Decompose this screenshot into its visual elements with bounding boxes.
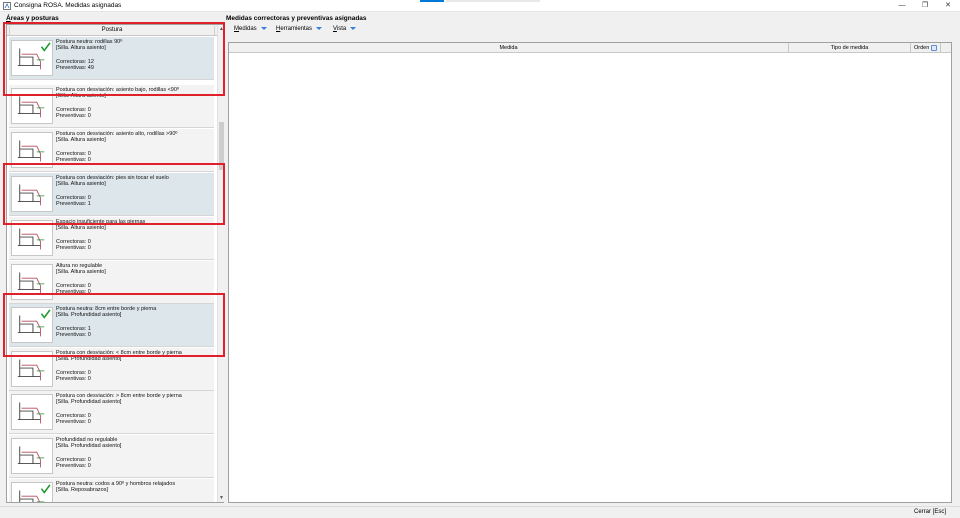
column-header-tipo[interactable]: Tipo de medida — [789, 43, 911, 53]
preventivas-count: Preventivas: 0 — [56, 376, 91, 382]
preventivas-count: Preventivas: 0 — [56, 245, 91, 251]
preventivas-count: Preventivas: 0 — [56, 463, 91, 469]
list-item[interactable]: Profundidad no regulable [Silla. Profundi… — [9, 435, 214, 478]
leg-space-icon — [11, 220, 53, 256]
menu-herramientas[interactable]: Herramientas — [276, 26, 323, 32]
menu-medidas[interactable]: Medidas — [234, 26, 267, 32]
orden-label: Orden — [914, 45, 930, 51]
postures-scrollbar[interactable]: ▲ ▼ — [217, 25, 224, 502]
highlight-box — [3, 163, 225, 225]
window-strip — [446, 0, 540, 2]
column-header-medida[interactable]: Medida — [229, 43, 789, 53]
measures-grid: Medida Tipo de medida Orden — [228, 42, 952, 503]
posture-list: Postura neutra: rodillas 90º [Silla. Altu… — [9, 37, 215, 502]
restore-button[interactable]: ❐ — [919, 1, 931, 11]
armrest-neutral-icon — [11, 482, 53, 502]
menu-herramientas-label: erramientas — [280, 26, 313, 32]
depth-fixed-icon — [11, 438, 53, 474]
posture-category: [Silla. Altura asiento] — [56, 269, 106, 275]
menu-vista-label: ista — [336, 26, 347, 32]
preventivas-count: Preventivas: 0 — [56, 113, 91, 119]
sort-icon[interactable] — [931, 44, 938, 51]
minimize-button[interactable]: — — [896, 1, 908, 11]
dropdown-arrow-icon — [350, 26, 357, 30]
areas-postures-title: Áreas y posturas — [6, 15, 59, 22]
areas-title-text: reas y posturas — [10, 15, 59, 22]
list-item[interactable]: Postura neutra: codos a 90º y hombros re… — [9, 479, 214, 502]
highlight-box — [3, 22, 225, 96]
posture-category: [Silla. Altura asiento] — [56, 225, 106, 231]
seat-depth-long-icon — [11, 394, 53, 430]
posture-category: [Silla. Reposabrazos] — [56, 487, 108, 493]
window-title: Consigna ROSA. Medidas asignadas — [14, 2, 122, 9]
menu-medidas-label: edidas — [239, 26, 257, 32]
posture-category: [Silla. Profundidad asiento] — [56, 443, 122, 449]
menu-vista[interactable]: Vista — [333, 26, 357, 32]
posture-category: [Silla. Profundidad asiento] — [56, 399, 122, 405]
list-item[interactable]: Postura con desviación: > 8cm entre bord… — [9, 391, 214, 434]
close-window-button[interactable]: ✕ — [942, 1, 954, 11]
dropdown-arrow-icon — [316, 26, 323, 30]
column-header-orden[interactable]: Orden — [911, 43, 941, 53]
status-bar: Cerrar [Esc] — [0, 506, 960, 518]
measures-grid-header: Medida Tipo de medida Orden — [229, 43, 951, 53]
window-accent-strip — [420, 0, 444, 2]
posture-category: [Silla. Altura asiento] — [56, 137, 106, 143]
close-button[interactable]: Cerrar [Esc] — [914, 509, 946, 515]
window-titlebar: Consigna ROSA. Medidas asignadas — ❐ ✕ — [0, 0, 960, 12]
measures-title: Medidas correctoras y preventivas asigna… — [226, 15, 367, 22]
dropdown-arrow-icon — [260, 26, 267, 30]
app-icon — [3, 2, 11, 10]
highlight-box — [3, 293, 225, 357]
preventivas-count: Preventivas: 0 — [56, 419, 91, 425]
scroll-down-icon[interactable]: ▼ — [218, 494, 225, 502]
